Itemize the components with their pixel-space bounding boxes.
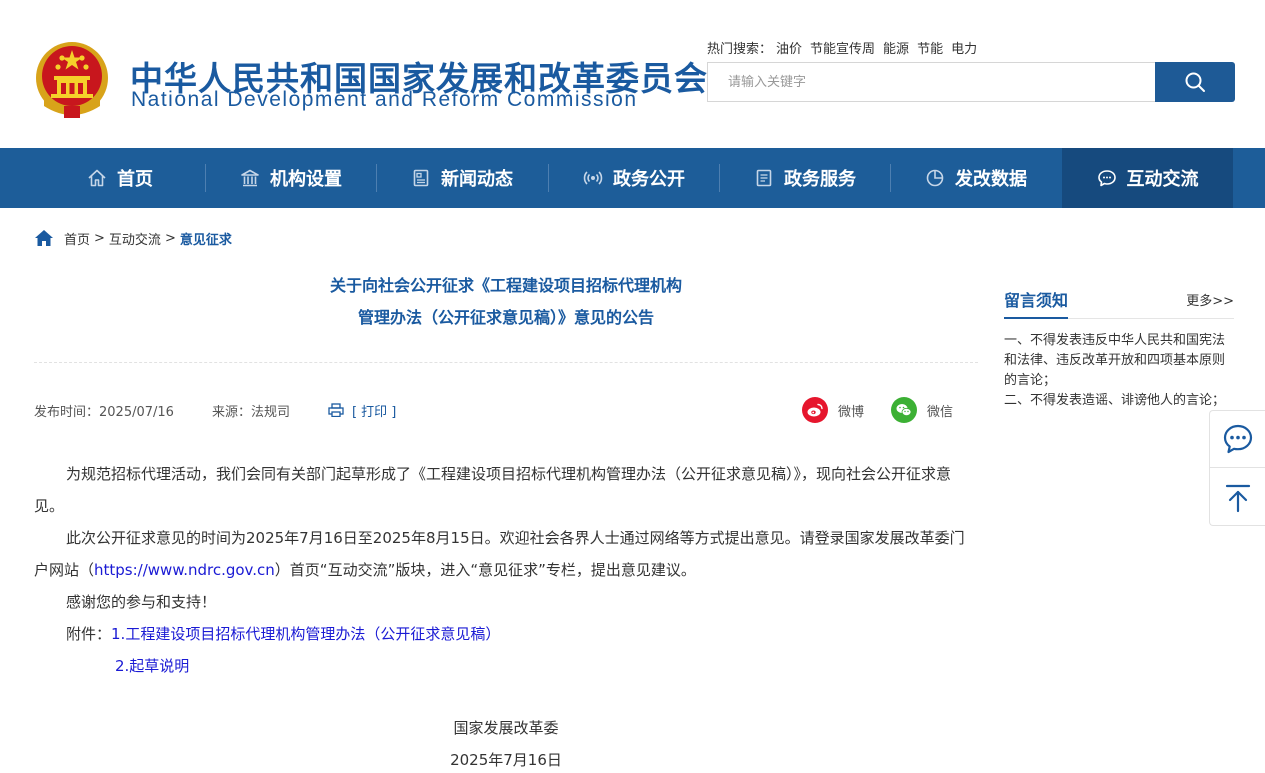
breadcrumb-separator: > (164, 230, 176, 246)
home-icon (88, 169, 106, 187)
arrow-up-icon (1225, 484, 1251, 512)
chat-icon (1097, 170, 1116, 187)
breadcrumb-separator: > (94, 230, 105, 246)
nav-item-news[interactable]: 新闻动态 (377, 148, 547, 208)
article-title-line: 关于向社会公开征求《工程建设项目招标代理机构 (329, 276, 682, 295)
weibo-icon (802, 397, 828, 423)
article-paragraph: 感谢您的参与和支持！ (66, 593, 217, 611)
article-title: 关于向社会公开征求《工程建设项目招标代理机构 管理办法（公开征求意见稿）》意见的… (34, 270, 978, 334)
search-icon (1185, 72, 1205, 92)
message-button[interactable] (1210, 411, 1265, 468)
broadcast-icon (583, 171, 603, 185)
site-header: 中华人民共和国国家发展和改革委员会 National Development a… (0, 0, 1265, 148)
back-to-top-button[interactable] (1210, 469, 1265, 526)
article-title-line: 管理办法（公开征求意见稿）》意见的公告 (357, 308, 654, 327)
more-link[interactable]: 更多>> (1186, 290, 1234, 309)
signature-org: 国家发展改革委 (453, 719, 559, 737)
share-weibo-label: 微博 (838, 404, 865, 420)
search-button[interactable] (1155, 62, 1235, 102)
pie-chart-icon (926, 169, 944, 187)
wechat-icon (891, 397, 917, 423)
sidebar-header: 留言须知 更多>> (1004, 287, 1234, 319)
printer-icon (328, 403, 344, 417)
attachment-label: 附件： (66, 625, 112, 643)
article-paragraph: 此次公开征求意见的时间为2025年7月16日至2025年8月15日。欢迎社会各界… (34, 522, 978, 586)
print-label: [ 打印 ] (351, 404, 397, 420)
floating-toolbar (1209, 410, 1265, 526)
breadcrumb-current[interactable]: 意见征求 (180, 229, 232, 248)
nav-item-label: 新闻动态 (441, 169, 513, 190)
article-signature: 国家发展改革委 2025年7月16日 (34, 712, 978, 773)
ndrc-website-link[interactable]: https://www.ndrc.gov.cn (94, 561, 275, 579)
nav-item-label: 机构设置 (270, 169, 342, 190)
nav-item-label: 政务服务 (784, 169, 856, 190)
nav-item-data[interactable]: 发改数据 (891, 148, 1061, 208)
hot-search-item[interactable]: 油价 (776, 42, 802, 57)
share-weibo-button[interactable]: 微博 (802, 396, 864, 424)
breadcrumb: 首页 > 互动交流 > 意见征求 (34, 228, 232, 248)
signature-date: 2025年7月16日 (450, 751, 562, 769)
chat-bubble-icon (1223, 424, 1253, 454)
nav-item-label: 政务公开 (613, 169, 685, 190)
message-rules: 一、不得发表违反中华人民共和国宪法和法律、违反改革开放和四项基本原则的言论； 二… (1004, 331, 1236, 411)
breadcrumb-home[interactable]: 首页 (64, 229, 90, 248)
building-icon (241, 169, 259, 187)
home-icon[interactable] (34, 229, 54, 247)
nav-item-organization[interactable]: 机构设置 (206, 148, 376, 208)
hot-search: 热门搜索： 油价 节能宣传周 能源 节能 电力 (707, 38, 981, 57)
hot-search-item[interactable]: 节能 (917, 42, 943, 57)
main-nav: 首页 机构设置 新闻动态 政务公开 政务服务 发改数据 互动交流 (0, 148, 1265, 208)
search-bar (707, 62, 1235, 102)
article-meta: 发布时间：2025/07/16 来源：法规司 [ 打印 ] (34, 400, 396, 420)
attachment-row: 附件：1.工程建设项目招标代理机构管理办法（公开征求意见稿） (34, 618, 978, 650)
hot-search-item[interactable]: 电力 (951, 42, 977, 57)
share-wechat-button[interactable]: 微信 (891, 396, 953, 424)
hot-search-item[interactable]: 能源 (883, 42, 909, 57)
hot-search-label: 热门搜索： (707, 42, 773, 57)
nav-item-home[interactable]: 首页 (35, 148, 205, 208)
breadcrumb-interaction[interactable]: 互动交流 (109, 229, 161, 248)
news-icon (413, 169, 429, 187)
article-body: 为规范招标代理活动，我们会同有关部门起草形成了《工程建设项目招标代理机构管理办法… (34, 458, 978, 682)
nav-item-government-services[interactable]: 政务服务 (720, 148, 890, 208)
search-input[interactable] (707, 62, 1156, 102)
attachment-link[interactable]: 2.起草说明 (115, 657, 189, 675)
article-source: 来源：法规司 (211, 404, 290, 420)
sidebar-title: 留言须知 (1004, 287, 1069, 319)
nav-item-interaction[interactable]: 互动交流 (1062, 148, 1233, 208)
article-text: ）首页“互动交流”版块，进入“意见征求”专栏，提出意见建议。 (274, 561, 696, 579)
rule-item: 一、不得发表违反中华人民共和国宪法和法律、违反改革开放和四项基本原则的言论； (1004, 333, 1226, 388)
nav-item-government-affairs[interactable]: 政务公开 (549, 148, 719, 208)
attachment-row: 2.起草说明 (34, 650, 978, 682)
divider (34, 362, 978, 363)
publish-time: 发布时间：2025/07/16 (34, 404, 174, 420)
nav-item-label: 首页 (117, 169, 153, 190)
national-emblem-icon[interactable] (34, 40, 110, 122)
article-paragraph: 为规范招标代理活动，我们会同有关部门起草形成了《工程建设项目招标代理机构管理办法… (34, 465, 952, 515)
share-wechat-label: 微信 (927, 404, 954, 420)
nav-item-label: 互动交流 (1126, 169, 1199, 190)
hot-search-item[interactable]: 节能宣传周 (810, 42, 875, 57)
nav-item-label: 发改数据 (955, 169, 1027, 190)
attachment-link[interactable]: 1.工程建设项目招标代理机构管理办法（公开征求意见稿） (111, 625, 500, 643)
rule-item: 二、不得发表造谣、诽谤他人的言论； (1004, 393, 1226, 408)
print-button[interactable]: [ 打印 ] (328, 401, 396, 420)
site-name-en[interactable]: National Development and Reform Commissi… (131, 88, 638, 112)
service-icon (756, 169, 772, 187)
